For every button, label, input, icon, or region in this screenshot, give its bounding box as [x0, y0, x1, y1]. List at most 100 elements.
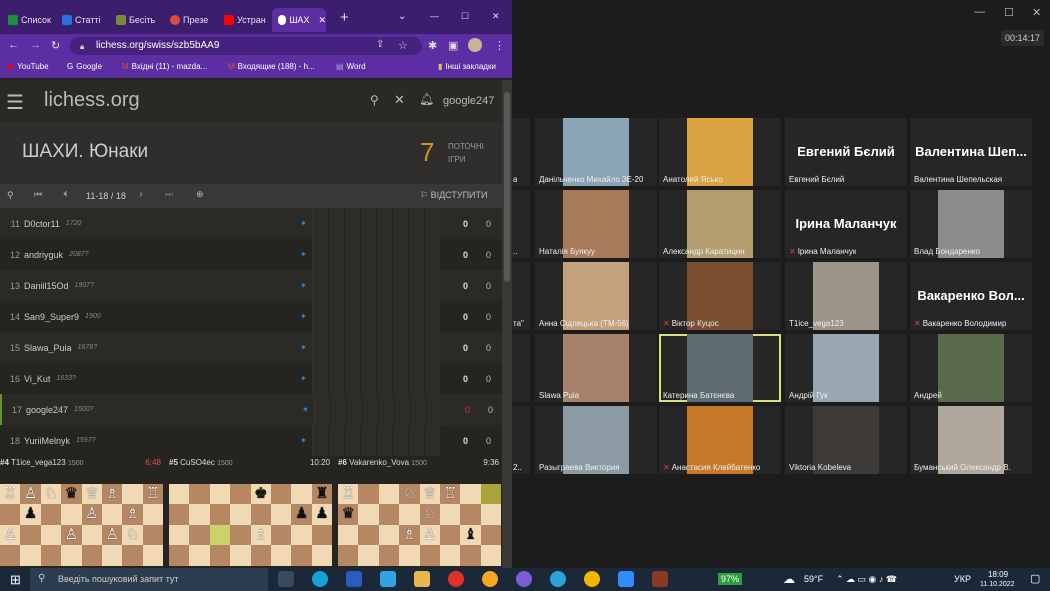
withdraw-button[interactable]: ⚐ ВІДСТУПИТИ — [420, 190, 488, 201]
language-indicator[interactable]: УКР — [954, 574, 971, 584]
tab-close-icon[interactable]: ✕ — [318, 15, 326, 26]
back-icon[interactable]: ← — [8, 39, 19, 51]
site-logo[interactable]: lichess.org — [44, 89, 140, 112]
chrome-active-icon[interactable] — [584, 571, 600, 587]
bookmark-word[interactable]: ▤ Word — [336, 62, 366, 71]
participant-tile[interactable]: Анна Сідлецька (ТМ-56) — [535, 262, 657, 330]
bell-icon[interactable]: 🔔︎ — [419, 92, 434, 106]
chess-board[interactable]: ♚ ♜ ♟ ♟ ♗ — [169, 484, 332, 568]
menu-icon[interactable]: ⋮ — [494, 39, 505, 52]
player-name[interactable]: Daniil15Od — [24, 281, 69, 291]
participant-tile[interactable]: Разыграева Виктория — [535, 406, 657, 474]
table-row[interactable]: 13 Daniil15Od 1907? ✶ 0 0 — [0, 270, 502, 301]
participant-tile-partial[interactable]: .. — [512, 190, 530, 258]
win-maximize-button[interactable]: ☐ — [455, 4, 469, 28]
participant-tile[interactable]: Viktoria Kobeleva — [785, 406, 907, 474]
task-view-icon[interactable] — [278, 571, 294, 587]
participant-tile[interactable]: Анатолий Ясько — [659, 118, 781, 186]
search-icon[interactable]: ⚲ — [370, 93, 379, 107]
participant-tile[interactable]: Данільченко Михайло 3Е-20 — [535, 118, 657, 186]
bookmark-other[interactable]: ▮ Інші закладки — [438, 62, 496, 71]
tab-spisok[interactable]: Список — [2, 8, 54, 32]
clock-time[interactable]: 18:09 — [988, 570, 1008, 579]
chess-board[interactable]: ♖ ♘ ♕ ♖ ♛ ♘ ♗ ♙ ♝ — [338, 484, 501, 568]
participant-tile[interactable]: Slawa Puia — [535, 334, 657, 402]
participant-tile[interactable]: Валентина Шеп... Валентина Шепельская — [910, 118, 1032, 186]
zoom-icon[interactable] — [618, 571, 634, 587]
table-row[interactable]: 14 San9_Super9 1900 ✶ 0 0 — [0, 301, 502, 332]
table-row[interactable]: 15 Slawa_Puia 1678? ✶ 0 0 — [0, 332, 502, 363]
scrollbar-thumb[interactable] — [504, 92, 510, 282]
notifications-icon[interactable]: ▢ — [1030, 572, 1040, 585]
tab-search-icon[interactable]: ⌄ — [392, 4, 406, 28]
participant-tile-partial[interactable]: та" — [512, 262, 530, 330]
player-name[interactable]: Slawa_Puia — [24, 343, 72, 353]
opera-icon[interactable] — [448, 571, 464, 587]
bookmark-gmail[interactable]: M Вхідні (11) - mazda... — [122, 62, 207, 71]
game-header[interactable]: #4 T1ice_vega123 1500 6:48 — [0, 458, 163, 467]
table-row[interactable]: 11 D0ctor11 1720 ✶ 0 0 — [0, 208, 502, 239]
close-button[interactable]: ✕ — [1032, 6, 1041, 19]
participant-tile[interactable]: Вакаренко Вол... ✕ Вакаренко Володимир — [910, 262, 1032, 330]
share-icon[interactable]: ⇪ — [376, 39, 384, 50]
participant-tile-partial[interactable]: 2.. — [512, 406, 530, 474]
participant-tile[interactable]: Андрій Гук — [785, 334, 907, 402]
table-row[interactable]: 12 andriyguk 2087? ✶ 0 0 — [0, 239, 502, 270]
battery-indicator[interactable]: 97% — [718, 573, 743, 585]
weather-temp[interactable]: 59°F — [804, 574, 823, 584]
chess-board[interactable]: ♖ ♙ ♘ ♛ ♕ ♗ ♖ ♟ ♙ ♗ ♙ ♙ ♙ ♘ — [0, 484, 163, 568]
prev-page-icon[interactable]: ⏴ — [63, 189, 68, 200]
tab-statti[interactable]: Статті — [56, 8, 108, 32]
forward-icon[interactable]: → — [30, 39, 41, 51]
participant-tile[interactable]: Андрей — [910, 334, 1032, 402]
avatar[interactable] — [468, 38, 482, 52]
player-name[interactable]: andriyguk — [24, 250, 63, 260]
search-icon[interactable]: ⚲ — [7, 190, 14, 201]
player-name[interactable]: D0ctor11 — [24, 219, 60, 229]
bookmark-google[interactable]: G Google — [67, 62, 102, 71]
table-row[interactable]: 17 google247 1500? ✶ 0 0 — [0, 394, 502, 425]
game-header[interactable]: #6 Vakarenko_Vova 1500 9:36 — [338, 458, 501, 467]
url-input[interactable]: lichess.org/swiss/szb5bAA9 — [70, 37, 422, 55]
telegram-icon[interactable] — [550, 571, 566, 587]
participant-tile[interactable]: Наталія Буякуу — [535, 190, 657, 258]
participant-tile[interactable]: ✕ Віктор Куцос — [659, 262, 781, 330]
participant-tile[interactable]: Влад Бондаренко — [910, 190, 1032, 258]
tab-besidy[interactable]: Бесіть — [110, 8, 162, 32]
tab-shakhy[interactable]: ШАХ ✕ — [272, 8, 326, 32]
windows-start-icon[interactable]: ⊞ — [10, 572, 21, 588]
taskbar-search-input[interactable]: Введіть пошуковий запит тут — [30, 568, 268, 591]
edge-icon[interactable] — [312, 571, 328, 587]
participant-tile-partial[interactable] — [512, 334, 530, 402]
player-name[interactable]: Vi_Kut — [24, 374, 50, 384]
game-header[interactable]: #5 CuSO4ec 1500 10:20 — [169, 458, 332, 467]
win-close-button[interactable]: ✕ — [486, 4, 500, 28]
chrome-icon[interactable] — [482, 571, 498, 587]
player-name[interactable]: YuriiMelnyk — [24, 436, 70, 446]
bookmark-mail[interactable]: M Входящие (188) - h... — [228, 62, 315, 71]
app-l-icon[interactable] — [380, 571, 396, 587]
player-name[interactable]: google247 — [26, 405, 68, 415]
bookmark-youtube[interactable]: ▶ YouTube — [8, 62, 49, 71]
reload-icon[interactable]: ↻ — [51, 39, 60, 52]
player-name[interactable]: San9_Super9 — [24, 312, 79, 322]
hamburger-icon[interactable]: ☰ — [6, 90, 24, 115]
user-menu[interactable]: google247 — [443, 95, 494, 107]
my-position-icon[interactable]: ⊕ — [196, 189, 204, 200]
first-page-icon[interactable]: ⏮ — [34, 189, 42, 200]
sidepanel-icon[interactable]: ▣ — [448, 39, 458, 52]
clock-date[interactable]: 11.10.2022 — [980, 581, 1015, 588]
folder-icon[interactable] — [414, 571, 430, 587]
extensions-icon[interactable]: ✱ — [428, 39, 437, 52]
tray-icons[interactable]: ⌃ ☁ ▭ ◉ ♪ ☎ — [836, 574, 897, 585]
next-page-icon[interactable]: ⏵ — [139, 189, 144, 200]
minimize-button[interactable]: — — [974, 6, 985, 18]
scrollbar[interactable] — [502, 80, 512, 568]
tab-prezent[interactable]: Презе — [164, 8, 216, 32]
win-minimize-button[interactable]: — — [424, 4, 439, 28]
participant-tile[interactable]: Буманський Олександр В. — [910, 406, 1032, 474]
table-row[interactable]: 18 YuriiMelnyk 1597? ✶ 0 0 — [0, 425, 502, 456]
participant-tile[interactable]: ✕ Анастасия Клейбатенко — [659, 406, 781, 474]
tab-ustran[interactable]: Устран — [218, 8, 270, 32]
table-row[interactable]: 16 Vi_Kut 1633? ✶ 0 0 — [0, 363, 502, 394]
